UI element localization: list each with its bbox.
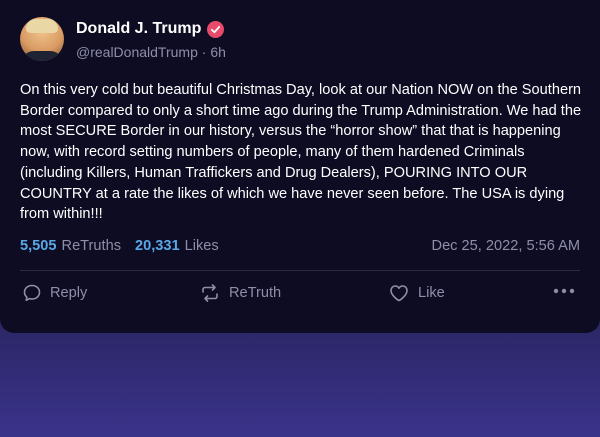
avatar[interactable] — [20, 17, 64, 61]
author-name-row: Donald J. Trump — [76, 20, 225, 38]
divider — [20, 270, 580, 271]
meta-separator: · — [201, 44, 207, 60]
like-label: Like — [418, 285, 445, 301]
more-options-button[interactable] — [552, 287, 576, 295]
speech-bubble-icon — [23, 284, 41, 302]
avatar-suit — [20, 51, 64, 61]
repost-arrows-icon — [202, 284, 218, 302]
verified-badge-icon — [207, 20, 225, 38]
retruth-label: ReTruth — [229, 285, 282, 301]
retruth-button[interactable]: ReTruth — [199, 283, 281, 303]
like-button[interactable]: Like — [388, 283, 445, 303]
avatar-hair — [26, 19, 58, 33]
checkmark-icon — [211, 25, 221, 33]
reply-label: Reply — [50, 285, 88, 301]
retruths-label[interactable]: ReTruths — [62, 238, 121, 254]
more-dots-icon — [553, 288, 575, 294]
reply-button[interactable]: Reply — [22, 283, 87, 303]
likes-label[interactable]: Likes — [185, 238, 219, 254]
post-timestamp: Dec 25, 2022, 5:56 AM — [431, 238, 580, 254]
post-stats: 5,505 ReTruths 20,331 Likes Dec 25, 2022… — [20, 238, 580, 254]
post-time-ago[interactable]: 6h — [210, 44, 226, 60]
author-handle[interactable]: @realDonaldTrump — [76, 44, 198, 60]
author-display-name[interactable]: Donald J. Trump — [76, 20, 201, 38]
action-bar: Reply ReTruth Like — [20, 283, 580, 309]
heart-icon — [390, 285, 408, 302]
post-text: On this very cold but beautiful Christma… — [20, 82, 582, 223]
post-card: Donald J. Trump @realDonaldTrump · 6h On… — [0, 0, 600, 333]
retruths-count[interactable]: 5,505 — [20, 238, 57, 254]
likes-count[interactable]: 20,331 — [135, 238, 180, 254]
author-handle-row: @realDonaldTrump · 6h — [76, 44, 226, 60]
